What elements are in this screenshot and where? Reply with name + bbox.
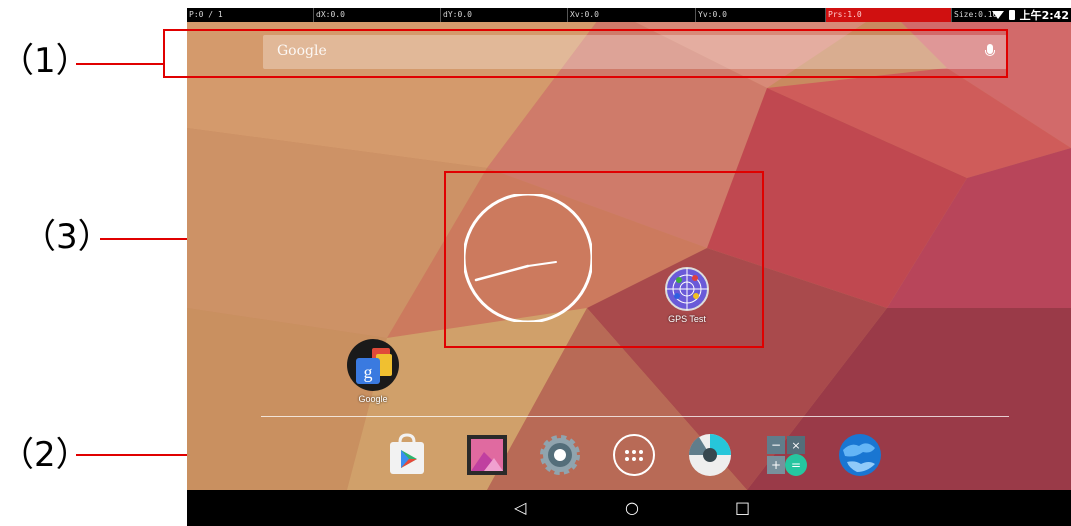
status-bar: P:0 / 1 dX:0.0 dY:0.0 Xv:0.0 Yv:0.0 Prs:… xyxy=(187,8,1071,22)
battery-icon xyxy=(1008,10,1015,20)
highlight-box-search xyxy=(163,29,1008,78)
pointer-readout-yv: Yv:0.0 xyxy=(695,8,825,22)
callout-label-3: （3） xyxy=(22,217,112,257)
app-label-google: Google xyxy=(358,394,388,404)
highlight-box-widgets xyxy=(444,171,764,348)
settings-icon[interactable] xyxy=(537,432,583,478)
svg-text:g: g xyxy=(364,362,373,382)
navigation-bar: ◁ ○ □ xyxy=(187,490,1071,526)
status-icons: 上午2:42 xyxy=(991,8,1071,22)
leader-line-1 xyxy=(76,63,164,65)
gallery-icon[interactable] xyxy=(464,432,510,478)
pointer-readout-dy: dY:0.0 xyxy=(440,8,567,22)
svg-text:×: × xyxy=(791,439,800,452)
svg-text:=: = xyxy=(791,458,801,472)
google-folder-icon: g xyxy=(347,339,399,391)
status-time: 上午2:42 xyxy=(1019,9,1069,22)
app-drawer-icon[interactable] xyxy=(611,432,657,478)
pointer-readout-xv: Xv:0.0 xyxy=(567,8,695,22)
calculator-icon[interactable]: − × + = xyxy=(763,432,809,478)
dock-divider xyxy=(261,416,1009,417)
play-store-icon[interactable] xyxy=(384,432,430,478)
recents-button[interactable]: □ xyxy=(735,498,750,517)
camera-icon[interactable] xyxy=(687,432,733,478)
callout-label-1: （1） xyxy=(0,41,90,81)
browser-icon[interactable] xyxy=(837,432,883,478)
wifi-icon xyxy=(991,11,1004,19)
back-button[interactable]: ◁ xyxy=(514,498,526,517)
home-button[interactable]: ○ xyxy=(625,498,639,517)
svg-text:+: + xyxy=(771,458,781,472)
pointer-readout-p: P:0 / 1 xyxy=(189,10,223,19)
svg-text:−: − xyxy=(771,438,781,452)
pointer-readout-dx: dX:0.0 xyxy=(313,8,440,22)
app-google-folder[interactable]: g Google xyxy=(343,338,403,404)
pointer-readout-prs: Prs:1.0 xyxy=(825,8,951,22)
